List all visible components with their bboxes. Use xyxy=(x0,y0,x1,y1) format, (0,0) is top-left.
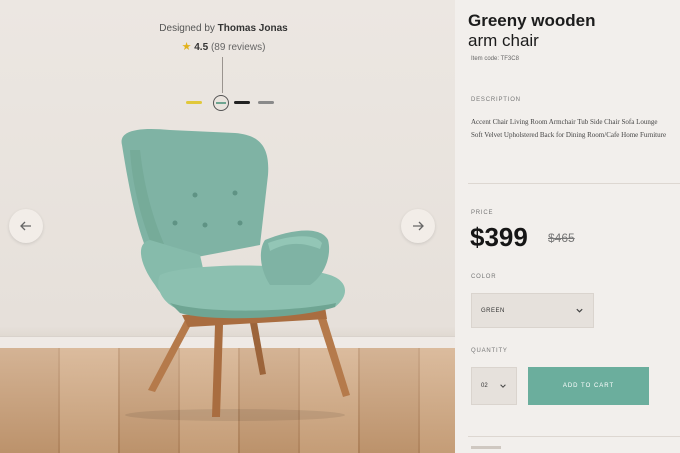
quantity-value: 02 xyxy=(481,383,488,389)
divider xyxy=(468,183,680,184)
designer-name[interactable]: Thomas Jonas xyxy=(218,23,288,34)
product-description: Accent Chair Living Room Armchair Tub Si… xyxy=(471,118,667,139)
chevron-down-icon xyxy=(576,308,583,313)
add-to-cart-button[interactable]: ADD TO CART xyxy=(528,367,649,405)
chevron-down-icon xyxy=(500,384,506,388)
swatch-yellow[interactable] xyxy=(186,101,202,104)
hotspot-line xyxy=(222,57,223,93)
product-page: Designed by Thomas Jonas ★ 4.5 (89 revie… xyxy=(0,0,680,453)
swatch-black[interactable] xyxy=(234,101,250,104)
designer-credit: Designed by Thomas Jonas xyxy=(0,23,447,34)
quantity-label: QUANTITY xyxy=(471,348,508,354)
description-label: DESCRIPTION xyxy=(471,97,521,103)
color-select-value: GREEN xyxy=(481,307,505,314)
divider-bottom xyxy=(468,436,680,437)
color-label: COLOR xyxy=(471,274,497,280)
arrow-left-icon xyxy=(20,221,31,231)
quantity-select[interactable]: 02 xyxy=(471,367,517,405)
item-code: Item code: TF3C8 xyxy=(471,56,519,62)
previous-image-button[interactable] xyxy=(9,209,43,243)
swatch-green[interactable] xyxy=(213,95,229,111)
current-price: $399 xyxy=(470,222,528,252)
star-icon: ★ xyxy=(181,41,192,53)
rating-reviews[interactable]: (89 reviews) xyxy=(211,42,265,53)
product-details-panel: Greeny wooden arm chair Item code: TF3C8… xyxy=(455,0,680,453)
next-image-button[interactable] xyxy=(401,209,435,243)
product-image-stage: Designed by Thomas Jonas ★ 4.5 (89 revie… xyxy=(0,0,455,453)
designer-prefix: Designed by xyxy=(159,23,215,34)
color-select[interactable]: GREEN xyxy=(471,293,594,328)
original-price: $465 xyxy=(548,231,575,245)
price-label: PRICE xyxy=(471,210,494,216)
rating: ★ 4.5 (89 reviews) xyxy=(0,40,447,53)
arrow-right-icon xyxy=(413,221,424,231)
section-label-cut-off xyxy=(471,446,501,449)
product-title-line2: arm chair xyxy=(468,31,539,50)
product-title: Greeny wooden arm chair xyxy=(468,11,668,51)
rating-score: 4.5 xyxy=(194,42,209,53)
product-title-line1: Greeny wooden xyxy=(468,11,596,30)
chair-image xyxy=(121,128,350,421)
swatch-gray[interactable] xyxy=(258,101,274,104)
